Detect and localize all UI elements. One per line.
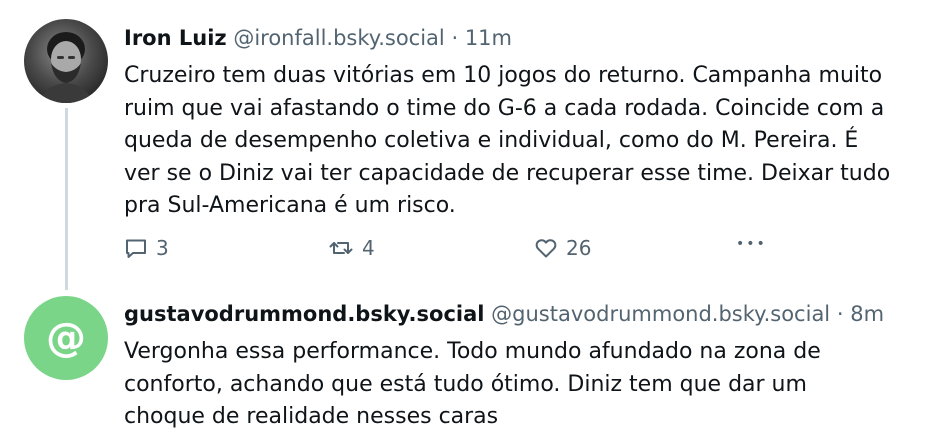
post-time[interactable]: 11m	[465, 26, 512, 50]
reply-button[interactable]: 3	[124, 236, 169, 260]
author-name[interactable]: Iron Luiz	[124, 26, 227, 50]
post-time[interactable]: 8m	[850, 302, 884, 326]
post-text-line: pra Sul-Americana é um risco.	[124, 193, 456, 218]
post-text-line: ver se o Diniz vai ter capacidade de rec…	[124, 160, 891, 186]
like-count: 26	[566, 236, 592, 260]
author-handle[interactable]: @ironfall.bsky.social	[233, 26, 444, 50]
post-text-line: Vergonha essa performance. Todo mundo af…	[124, 339, 821, 364]
post-header: Iron Luiz @ironfall.bsky.social · 11m	[124, 26, 512, 50]
post-text-line: queda de desempenho coletiva e individua…	[124, 128, 859, 153]
repost-arrows-icon	[329, 242, 353, 254]
post-header: gustavodrummond.bsky.social @gustavodrum…	[124, 302, 884, 326]
thread-line	[65, 108, 68, 290]
post-text-line: ruim que vai afastando o time do G-6 a c…	[124, 95, 885, 121]
post-text: Cruzeiro tem duas vitórias em 10 jogos d…	[124, 60, 890, 223]
avatar-iron-luiz[interactable]	[24, 19, 108, 103]
separator-dot: ·	[836, 302, 844, 326]
avatar-gustavodrummond[interactable]: @	[24, 296, 108, 380]
repost-count: 4	[362, 236, 375, 260]
post-text-line: conforto, achando que está tudo ótimo. D…	[124, 371, 807, 397]
speech-bubble-icon	[126, 239, 146, 258]
author-handle[interactable]: @gustavodrummond.bsky.social	[491, 302, 830, 326]
heart-icon	[535, 239, 557, 258]
author-name[interactable]: gustavodrummond.bsky.social	[124, 302, 484, 326]
repost-button[interactable]: 4	[328, 236, 375, 260]
profile-photo	[40, 32, 92, 103]
default-avatar-symbol: @	[46, 315, 86, 361]
more-options-button[interactable]: •••	[736, 236, 767, 252]
post-text: Vergonha essa performance. Todo mundo af…	[124, 336, 821, 434]
post-text-line: choque de realidade nesses caras	[124, 404, 499, 429]
separator-dot: ·	[451, 26, 459, 50]
reply-count: 3	[156, 236, 169, 260]
like-button[interactable]: 26	[534, 236, 591, 260]
post-actions: 3 4 26 •••	[124, 236, 844, 268]
ellipsis-icon: •••	[736, 236, 767, 252]
post-text-line: Cruzeiro tem duas vitórias em 10 jogos d…	[124, 63, 883, 88]
